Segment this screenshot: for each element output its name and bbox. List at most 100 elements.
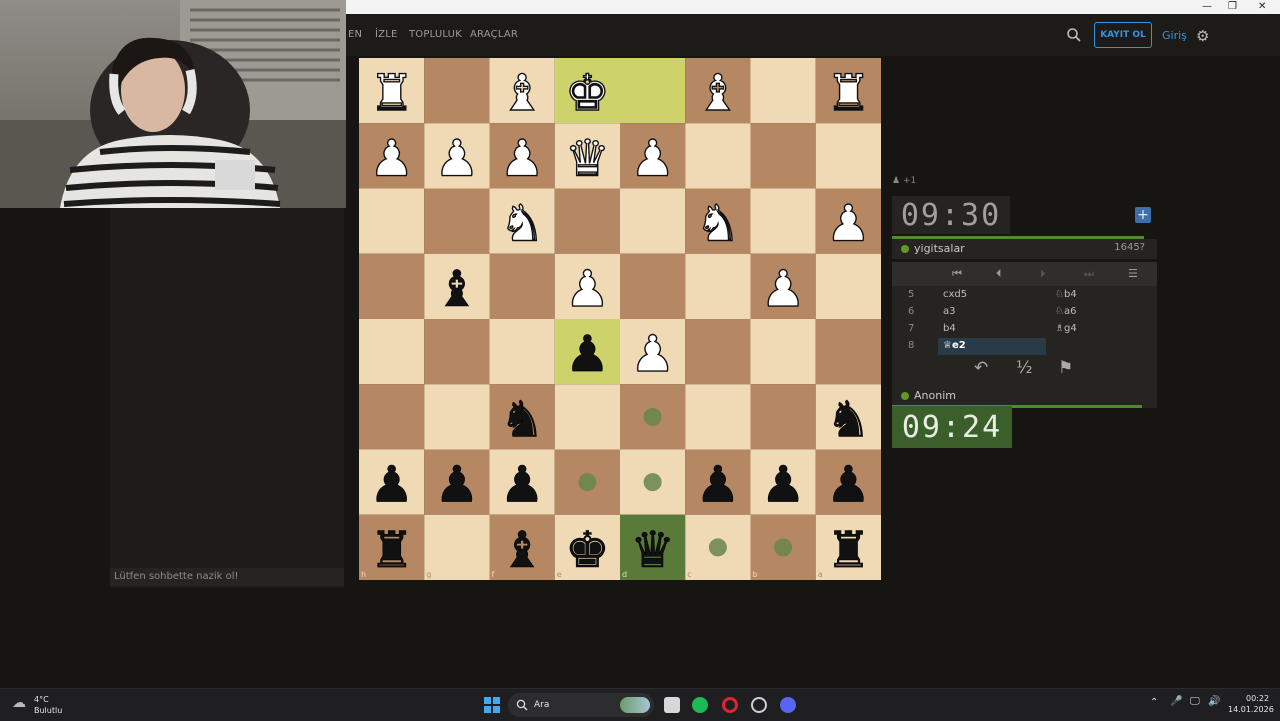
white-pawn-icon[interactable]: ♟ [564,259,610,318]
nav-item-community[interactable]: TOPLULUK [409,29,462,40]
black-pawn-icon[interactable]: ♟ [760,455,806,514]
gear-icon[interactable]: ⚙ [1196,27,1209,45]
chess-board[interactable]: 1 2 3 4 5 6 7 8 h g f e d c b a ♜ ♝ ♚ ♝ ♜ ♟ ♟ ♟ ♛ ♟ ♞ ♞ ♟ ♝ ♟ ♟ ♟ ♟ ♞ ♞ ♟ ♟ ♟ ♟… [359,58,881,580]
board-square-d3[interactable] [620,188,686,254]
signup-button[interactable]: KAYIT OL [1094,22,1152,48]
board-square-b2[interactable] [750,123,816,189]
resign-button[interactable]: ⚑ [1058,358,1073,378]
last-move-button[interactable]: ⏭ [1084,267,1094,281]
maximize-button[interactable]: ❐ [1228,0,1237,14]
minimize-button[interactable]: — [1202,0,1212,14]
chess-board-svg[interactable]: 12345678h g f e d c b a♜ ♝ ♚ ♝ ♜♟ ♟ ♟ ♛ ♟♞ ♞ ♟♝ ♟ ♟♟ ♟♞ ♞♟ ♟ ♟ ♟… [359,58,881,580]
first-move-button[interactable]: ⏮ [952,267,962,281]
add-time-button[interactable]: + [1135,207,1151,223]
file-explorer-icon[interactable] [664,697,680,713]
board-square-c2[interactable] [685,123,751,189]
menu-button[interactable]: ☰ [1128,267,1138,280]
move-black[interactable]: ♘b4 [1055,289,1077,300]
board-square-h5[interactable] [359,319,425,385]
board-square-e3[interactable] [554,188,620,254]
board-square-b5[interactable] [750,319,816,385]
move-black[interactable]: ♗g4 [1055,323,1077,334]
black-bishop-icon[interactable]: ♝ [499,521,545,580]
white-pawn-icon[interactable]: ♟ [825,194,871,253]
board-square-a4[interactable] [815,253,881,319]
board-square-g5[interactable] [424,319,490,385]
white-pawn-icon[interactable]: ♟ [760,259,806,318]
white-knight-icon[interactable]: ♞ [695,194,741,253]
opponent-name[interactable]: yigitsalar [914,242,965,255]
network-icon[interactable]: 🖵 [1190,696,1200,707]
board-square-b1[interactable] [750,58,816,124]
microphone-icon[interactable]: 🎤 [1170,696,1182,707]
board-square-g1[interactable] [424,58,490,124]
move-white[interactable]: cxd5 [943,289,967,300]
board-square-h3[interactable] [359,188,425,254]
black-pawn-icon[interactable]: ♟ [695,455,740,514]
black-bishop-icon[interactable]: ♝ [434,260,479,319]
white-bishop-icon[interactable]: ♝ [695,63,741,122]
weather-icon[interactable]: ☁ [12,695,26,711]
white-pawn-icon[interactable]: ♟ [499,129,545,188]
spotify-icon[interactable] [692,697,708,713]
black-king-icon[interactable]: ♚ [565,521,610,580]
clock-date[interactable]: 14.01.2026 [1228,705,1274,714]
white-queen-icon[interactable]: ♛ [564,129,610,188]
board-square-h6[interactable] [359,384,425,450]
takeback-button[interactable]: ↶ [974,358,988,378]
windows-start-icon[interactable] [484,697,500,713]
app-icon[interactable] [751,697,767,713]
black-pawn-icon[interactable]: ♟ [434,455,479,514]
board-square-c5[interactable] [685,319,751,385]
board-square-e6[interactable] [554,384,620,450]
board-square-d1[interactable] [620,58,686,124]
black-pawn-icon[interactable]: ♟ [565,325,610,384]
move-white[interactable]: a3 [943,306,956,317]
white-pawn-icon[interactable]: ♟ [369,129,415,188]
board-square-h4[interactable] [359,253,425,319]
weather-desc[interactable]: Bulutlu [34,706,62,715]
black-knight-icon[interactable]: ♞ [826,390,871,449]
board-square-c4[interactable] [685,253,751,319]
black-pawn-icon[interactable]: ♟ [499,455,545,514]
black-knight-icon[interactable]: ♞ [499,390,545,449]
taskbar-search[interactable]: Ara [508,693,654,717]
board-square-b3[interactable] [750,188,816,254]
white-pawn-icon[interactable]: ♟ [630,325,676,384]
black-queen-icon[interactable]: ♛ [630,521,675,580]
search-icon[interactable] [1066,27,1082,43]
white-rook-icon[interactable]: ♜ [825,63,871,122]
offer-draw-button[interactable]: ½ [1016,358,1032,378]
opera-icon[interactable] [722,697,738,713]
volume-icon[interactable]: 🔊 [1208,696,1220,707]
black-pawn-icon[interactable]: ♟ [826,455,871,514]
move-white[interactable]: ♕e2 [943,340,966,351]
login-link[interactable]: Giriş [1162,29,1187,42]
board-square-d4[interactable] [620,253,686,319]
move-black[interactable]: ♘a6 [1055,306,1076,317]
board-square-a2[interactable] [815,123,881,189]
white-bishop-icon[interactable]: ♝ [499,63,545,122]
white-pawn-icon[interactable]: ♟ [434,129,480,188]
white-rook-icon[interactable]: ♜ [369,63,415,122]
weather-temp[interactable]: 4°C [34,695,49,704]
nav-item-watch[interactable]: İZLE [375,29,398,40]
discord-icon[interactable] [780,697,796,713]
board-square-c6[interactable] [685,384,751,450]
board-square-g6[interactable] [424,384,490,450]
tray-chevron-icon[interactable]: ⌃ [1150,697,1158,708]
chat-input[interactable]: Lütfen sohbette nazik ol! [110,568,344,586]
white-pawn-icon[interactable]: ♟ [630,129,676,188]
nav-item-tools[interactable]: ARAÇLAR [470,29,518,40]
next-move-button[interactable]: ⏵ [1040,267,1046,281]
clock-time[interactable]: 00:22 [1246,694,1269,703]
close-button[interactable]: ✕ [1258,0,1266,14]
board-square-f4[interactable] [489,253,555,319]
board-square-b6[interactable] [750,384,816,450]
white-king-icon[interactable]: ♚ [564,63,610,122]
board-square-a5[interactable] [815,319,881,385]
move-white[interactable]: b4 [943,323,956,334]
white-knight-icon[interactable]: ♞ [499,194,545,253]
black-rook-icon[interactable]: ♜ [369,521,414,580]
black-rook-icon[interactable]: ♜ [826,521,871,580]
